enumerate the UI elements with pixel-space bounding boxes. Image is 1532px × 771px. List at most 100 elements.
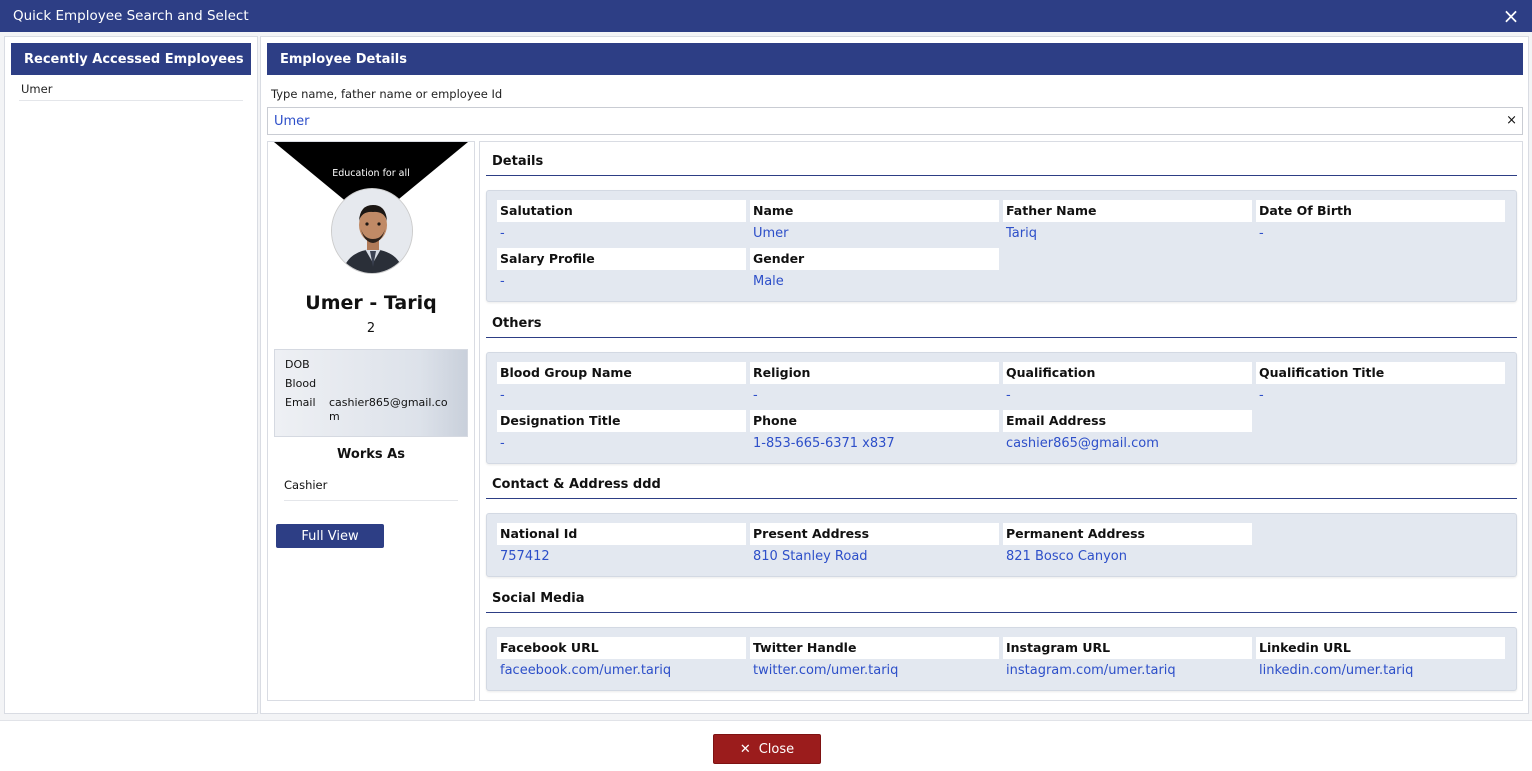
field-label: Twitter Handle: [750, 637, 999, 659]
field-father-name: Father Name Tariq: [1003, 200, 1252, 246]
field-religion: Religion -: [750, 362, 999, 408]
recent-employees-panel: Recently Accessed Employees Umer: [4, 36, 258, 714]
full-view-button[interactable]: Full View: [276, 524, 384, 548]
field-label: Linkedin URL: [1256, 637, 1505, 659]
section-box-others: Blood Group Name - Religion - Qualificat…: [486, 352, 1517, 464]
section-divider: [486, 612, 1517, 613]
search-box: ×: [267, 107, 1523, 135]
dialog-footer: ✕ Close: [0, 720, 1532, 771]
field-value: -: [500, 226, 505, 241]
field-label: Present Address: [750, 523, 999, 545]
section-title-contact: Contact & Address ddd: [492, 477, 661, 492]
field-value: twitter.com/umer.tariq: [753, 663, 899, 678]
field-value: -: [500, 274, 505, 289]
info-key: Email: [285, 396, 316, 409]
profile-card: Education for all Umer - Tariq 2 DOB Blo…: [267, 141, 475, 701]
field-name: Name Umer: [750, 200, 999, 246]
field-gender: Gender Male: [750, 248, 999, 294]
works-as-item: Cashier: [284, 478, 458, 501]
field-twitter-handle: Twitter Handle twitter.com/umer.tariq: [750, 637, 999, 683]
field-label: Religion: [750, 362, 999, 384]
field-value: -: [500, 436, 505, 451]
dialog-title: Quick Employee Search and Select: [13, 8, 249, 24]
field-label: Facebook URL: [497, 637, 746, 659]
field-value: -: [753, 388, 758, 403]
clear-search-icon[interactable]: ×: [1506, 113, 1517, 128]
logo-tagline: Education for all: [332, 168, 410, 179]
info-row-email: Email cashier865@gmail.com: [285, 396, 457, 424]
employee-details-panel: Employee Details Type name, father name …: [260, 36, 1529, 714]
recent-employees-header: Recently Accessed Employees: [11, 43, 251, 75]
details-card: Details Salutation - Name Umer Father Na…: [479, 141, 1523, 701]
info-key: Blood: [285, 377, 317, 390]
field-label: Salary Profile: [497, 248, 746, 270]
field-label: Name: [750, 200, 999, 222]
info-value: [329, 358, 453, 372]
field-label: Gender: [750, 248, 999, 270]
field-value: 810 Stanley Road: [753, 549, 868, 564]
recent-employee-item[interactable]: Umer: [19, 79, 243, 101]
section-title-others: Others: [492, 316, 542, 331]
field-email-address: Email Address cashier865@gmail.com: [1003, 410, 1252, 456]
employee-name: Umer - Tariq: [305, 292, 437, 314]
search-label: Type name, father name or employee Id: [271, 87, 503, 101]
field-phone: Phone 1-853-665-6371 x837: [750, 410, 999, 456]
field-label: Qualification: [1003, 362, 1252, 384]
close-icon[interactable]: ×: [1500, 4, 1522, 28]
field-qualification: Qualification -: [1003, 362, 1252, 408]
field-salary-profile: Salary Profile -: [497, 248, 746, 294]
field-salutation: Salutation -: [497, 200, 746, 246]
section-divider: [486, 337, 1517, 338]
field-value: -: [1259, 226, 1264, 241]
info-value: cashier865@gmail.com: [329, 396, 448, 423]
field-label: Phone: [750, 410, 999, 432]
field-permanent-address: Permanent Address 821 Bosco Canyon: [1003, 523, 1252, 569]
field-value: cashier865@gmail.com: [1006, 436, 1159, 451]
field-present-address: Present Address 810 Stanley Road: [750, 523, 999, 569]
field-value: -: [1259, 388, 1264, 403]
field-label: Permanent Address: [1003, 523, 1252, 545]
field-linkedin-url: Linkedin URL linkedin.com/umer.tariq: [1256, 637, 1505, 683]
info-key: DOB: [285, 358, 310, 371]
section-title-social: Social Media: [492, 591, 585, 606]
info-value: [329, 377, 453, 391]
field-value: 757412: [500, 549, 550, 564]
field-value: Umer: [753, 226, 789, 241]
field-label: Father Name: [1003, 200, 1252, 222]
section-box-contact: National Id 757412 Present Address 810 S…: [486, 513, 1517, 577]
field-label: Date Of Birth: [1256, 200, 1505, 222]
close-icon: ✕: [739, 741, 751, 757]
section-divider: [486, 498, 1517, 499]
avatar: [331, 188, 413, 274]
field-label: Email Address: [1003, 410, 1252, 432]
employee-search-input[interactable]: [268, 113, 1488, 129]
field-value: -: [500, 388, 505, 403]
field-national-id: National Id 757412: [497, 523, 746, 569]
section-divider: [486, 175, 1517, 176]
field-qualification-title: Qualification Title -: [1256, 362, 1505, 408]
field-value: 821 Bosco Canyon: [1006, 549, 1127, 564]
info-row-dob: DOB: [285, 358, 457, 372]
profile-info-box: DOB Blood Email cashier865@gmail.com: [274, 349, 468, 437]
field-label: Instagram URL: [1003, 637, 1252, 659]
field-blood-group: Blood Group Name -: [497, 362, 746, 408]
field-value: -: [1006, 388, 1011, 403]
field-label: National Id: [497, 523, 746, 545]
field-instagram-url: Instagram URL instagram.com/umer.tariq: [1003, 637, 1252, 683]
avatar-photo-icon: [332, 189, 412, 273]
field-label: Blood Group Name: [497, 362, 746, 384]
dialog-titlebar: Quick Employee Search and Select ×: [0, 0, 1532, 32]
info-row-blood: Blood: [285, 377, 457, 391]
section-title-details: Details: [492, 154, 544, 169]
field-value: linkedin.com/umer.tariq: [1259, 663, 1414, 678]
field-label: Qualification Title: [1256, 362, 1505, 384]
field-date-of-birth: Date Of Birth -: [1256, 200, 1505, 246]
field-value: Tariq: [1006, 226, 1037, 241]
field-label: Salutation: [497, 200, 746, 222]
close-button[interactable]: ✕ Close: [713, 734, 821, 764]
section-box-details: Salutation - Name Umer Father Name Tariq…: [486, 190, 1517, 302]
employee-details-header: Employee Details: [267, 43, 1523, 75]
section-box-social: Facebook URL faceebook.com/umer.tariq Tw…: [486, 627, 1517, 691]
field-value: 1-853-665-6371 x837: [753, 436, 895, 451]
field-value: faceebook.com/umer.tariq: [500, 663, 672, 678]
